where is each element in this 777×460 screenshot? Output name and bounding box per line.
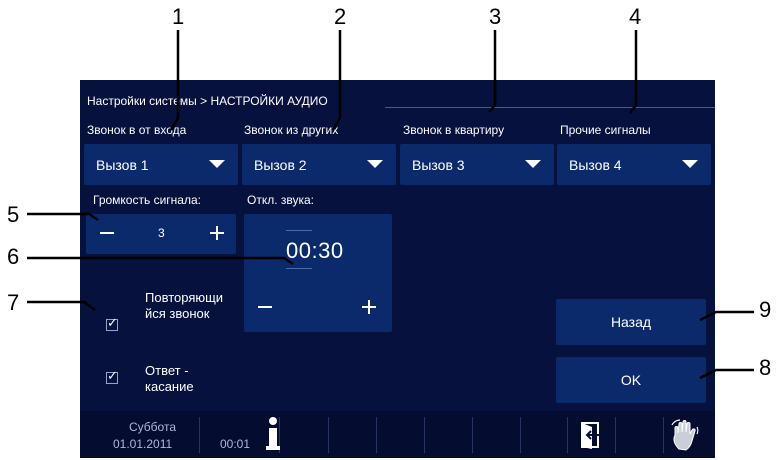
dropdown-arrow-icon [209,160,225,168]
status-day: Суббота [129,420,176,434]
callout-6: 6 [7,244,20,269]
mute-timer-value[interactable]: 00:30 [286,238,344,264]
volume-label: Громкость сигнала: [93,193,201,207]
status-divider [328,417,329,453]
mute-label: Откл. звука: [247,193,315,207]
apartment-call-label: Звонок в квартиру [403,123,505,137]
door-call-label: Звонок в от входа [87,123,187,137]
volume-stepper: 3 [86,214,236,254]
volume-increase-button[interactable] [206,222,228,244]
dropdown-arrow-icon [367,160,383,168]
callout-5: 5 [7,202,20,227]
back-button[interactable]: Назад [556,299,706,345]
mute-decrease-button[interactable] [258,306,272,308]
status-divider [520,417,521,453]
volume-decrease-button[interactable] [100,232,114,234]
other-call-value: Вызов 2 [254,156,307,173]
other-call-label: Звонок из других [244,123,339,137]
status-divider [663,417,664,453]
mute-increase-button[interactable] [358,296,380,318]
status-divider [376,417,377,453]
audio-settings-screen: Настройки системы > НАСТРОЙКИ АУДИО Звон… [80,80,715,458]
timer-tick-top [286,230,312,231]
status-divider [424,417,425,453]
apartment-call-select[interactable]: Вызов 3 [400,144,554,185]
callout-7: 7 [7,290,20,315]
other-signals-value: Вызов 4 [569,156,622,173]
ok-button[interactable]: OK [556,357,706,403]
callout-2: 2 [334,4,347,29]
timer-tick-bottom [286,268,312,269]
callout-1: 1 [172,4,185,29]
dropdown-arrow-icon [682,160,698,168]
other-call-select[interactable]: Вызов 2 [242,144,396,185]
status-divider [567,417,568,453]
touch-answer-checkbox[interactable] [106,369,118,384]
callout-3: 3 [489,4,502,29]
volume-value: 3 [158,226,165,240]
other-signals-label: Прочие сигналы [560,123,651,137]
status-divider [472,417,473,453]
status-bar: Суббота 01.01.2011 00:01 [80,411,715,458]
other-signals-select[interactable]: Вызов 4 [557,144,711,185]
door-call-value: Вызов 1 [96,156,149,173]
exit-door-icon[interactable] [578,421,604,449]
status-time: 00:01 [220,437,251,451]
mute-timer-stepper: 00:30 [244,214,392,332]
hand-touch-icon[interactable] [670,419,700,451]
touch-answer-label: Ответ - касание [145,363,194,394]
info-icon[interactable] [263,415,283,453]
breadcrumb: Настройки системы > НАСТРОЙКИ АУДИО [87,94,328,108]
breadcrumb-divider [385,107,715,108]
status-date: 01.01.2011 [113,437,173,451]
callout-8: 8 [759,355,772,380]
dropdown-arrow-icon [525,160,541,168]
status-divider [615,417,616,453]
apartment-call-value: Вызов 3 [412,156,465,173]
callout-4: 4 [629,4,642,29]
repeat-call-label: Повторяющи йся звонок [145,290,224,321]
callout-9: 9 [759,297,772,322]
status-divider [199,417,200,453]
repeat-call-checkbox[interactable] [106,316,118,331]
door-call-select[interactable]: Вызов 1 [84,144,238,185]
